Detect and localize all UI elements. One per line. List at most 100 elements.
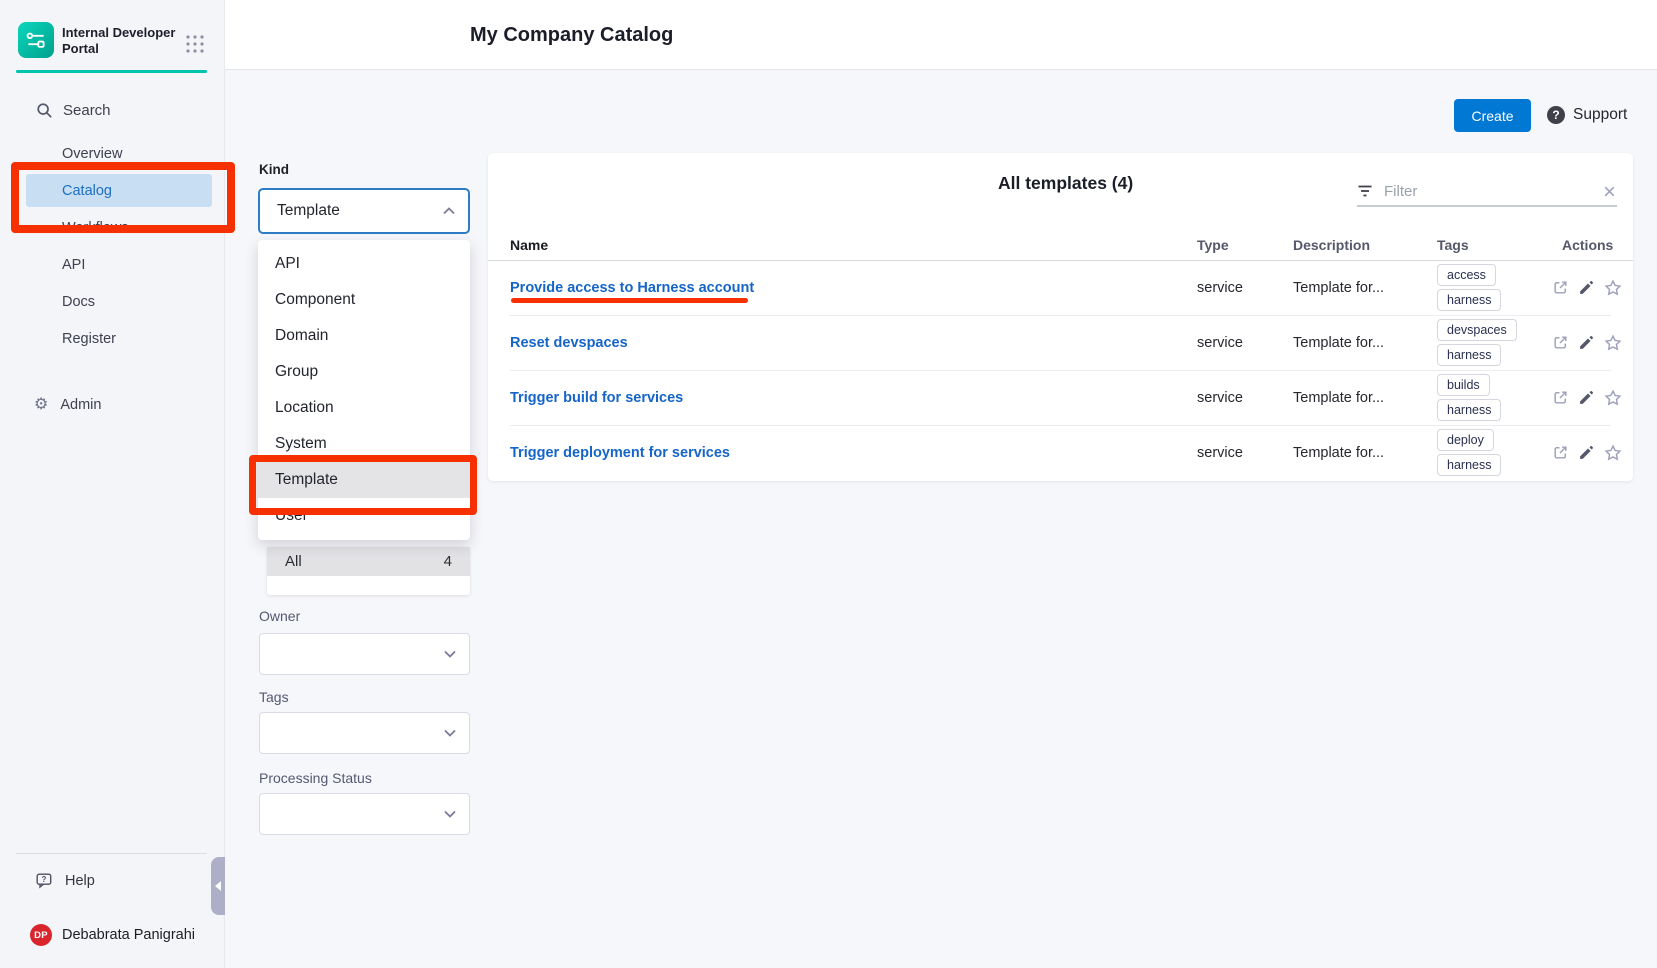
- sidebar-item-admin[interactable]: ⚙ Admin: [0, 387, 225, 423]
- sidebar-item-catalog[interactable]: Catalog: [26, 174, 212, 207]
- chevron-down-icon: [443, 728, 457, 738]
- admin-label: Admin: [60, 397, 101, 413]
- actions-cell: [1552, 279, 1622, 297]
- tag-chip: access: [1437, 264, 1496, 286]
- owner-select[interactable]: [259, 633, 470, 675]
- kind-option-component[interactable]: Component: [258, 282, 470, 318]
- column-header-name: Name: [510, 237, 1197, 253]
- template-link[interactable]: Trigger deployment for services: [510, 445, 1197, 461]
- description-cell: Template for...: [1293, 390, 1437, 406]
- kind-count-card: All 4: [267, 547, 470, 595]
- kind-option-api[interactable]: API: [258, 246, 470, 282]
- chevron-up-icon: [442, 206, 456, 216]
- template-link[interactable]: Provide access to Harness account: [510, 280, 1197, 296]
- search-icon: [36, 102, 53, 119]
- count-value: 4: [444, 553, 452, 570]
- question-icon: ?: [1547, 106, 1565, 124]
- top-header: My Company Catalog: [225, 0, 1657, 70]
- table-filter: [1357, 177, 1617, 207]
- table-row: Reset devspaces service Template for... …: [510, 315, 1611, 371]
- tag-chip: deploy: [1437, 429, 1494, 451]
- type-cell: service: [1197, 445, 1293, 461]
- app-logo-icon: [18, 22, 54, 58]
- svg-text:?: ?: [42, 875, 47, 884]
- table-row: Provide access to Harness account servic…: [510, 260, 1611, 316]
- filter-funnel-icon: [1357, 184, 1373, 198]
- sidebar-item-register[interactable]: Register: [0, 320, 225, 357]
- kind-count-row-all[interactable]: All 4: [267, 547, 470, 576]
- count-label: All: [285, 553, 302, 570]
- sidebar-item-api[interactable]: API: [0, 246, 225, 283]
- description-cell: Template for...: [1293, 280, 1437, 296]
- table-header-row: Name Type Description Tags Actions: [510, 230, 1611, 260]
- kind-option-template[interactable]: Template: [258, 462, 470, 498]
- help-button[interactable]: ? Help: [0, 866, 225, 896]
- external-link-icon[interactable]: [1552, 334, 1569, 351]
- external-link-icon[interactable]: [1552, 444, 1569, 461]
- kind-select[interactable]: Template: [258, 188, 470, 234]
- edit-icon[interactable]: [1578, 279, 1595, 296]
- type-cell: service: [1197, 390, 1293, 406]
- description-cell: Template for...: [1293, 445, 1437, 461]
- clear-icon[interactable]: [1602, 184, 1617, 199]
- apps-grid-icon[interactable]: [184, 33, 206, 55]
- external-link-icon[interactable]: [1552, 279, 1569, 296]
- search-label: Search: [63, 102, 111, 119]
- table-row: Trigger deployment for services service …: [510, 425, 1611, 480]
- star-icon[interactable]: [1604, 444, 1622, 462]
- template-link[interactable]: Trigger build for services: [510, 390, 1197, 406]
- owner-label: Owner: [259, 608, 300, 624]
- filter-input[interactable]: [1382, 182, 1602, 201]
- star-icon[interactable]: [1604, 279, 1622, 297]
- actions-cell: [1552, 444, 1622, 462]
- page: Internal Developer Portal Search Overvie…: [0, 0, 1657, 968]
- processing-status-select[interactable]: [259, 793, 470, 835]
- edit-icon[interactable]: [1578, 334, 1595, 351]
- user-name: Debabrata Panigrahi: [62, 927, 195, 943]
- kind-select-value: Template: [277, 202, 340, 220]
- sidebar-item-docs[interactable]: Docs: [0, 283, 225, 320]
- star-icon[interactable]: [1604, 334, 1622, 352]
- actions-cell: [1552, 334, 1622, 352]
- tags-cell: access harness: [1437, 264, 1552, 312]
- kind-option-system[interactable]: System: [258, 426, 470, 462]
- tags-cell: deploy harness: [1437, 429, 1552, 477]
- chevron-down-icon: [443, 809, 457, 819]
- kind-option-domain[interactable]: Domain: [258, 318, 470, 354]
- create-button[interactable]: Create: [1454, 99, 1531, 132]
- kind-option-user[interactable]: User: [258, 498, 470, 534]
- external-link-icon[interactable]: [1552, 389, 1569, 406]
- sidebar: Internal Developer Portal Search Overvie…: [0, 0, 225, 968]
- sidebar-collapse-handle[interactable]: [211, 857, 225, 915]
- column-header-tags: Tags: [1437, 237, 1552, 253]
- support-button[interactable]: ? Support: [1547, 98, 1627, 132]
- sidebar-search[interactable]: Search: [0, 92, 225, 128]
- star-icon[interactable]: [1604, 389, 1622, 407]
- brand-title: Internal Developer Portal: [62, 25, 180, 58]
- template-link[interactable]: Reset devspaces: [510, 335, 1197, 351]
- column-header-actions: Actions: [1552, 237, 1613, 253]
- templates-card-title: All templates (4): [998, 173, 1133, 194]
- column-header-description: Description: [1293, 237, 1437, 253]
- edit-icon[interactable]: [1578, 389, 1595, 406]
- count-card-padding: [267, 576, 470, 595]
- sidebar-item-overview[interactable]: Overview: [0, 135, 225, 172]
- support-label: Support: [1573, 106, 1627, 124]
- avatar: DP: [30, 924, 52, 946]
- user-menu[interactable]: DP Debabrata Panigrahi: [0, 920, 225, 950]
- kind-dropdown-menu: API Component Domain Group Location Syst…: [258, 240, 470, 540]
- templates-card: All templates (4) Name Type Description …: [488, 153, 1633, 481]
- tags-cell: builds harness: [1437, 374, 1552, 422]
- tag-chip: devspaces: [1437, 319, 1517, 341]
- kind-option-location[interactable]: Location: [258, 390, 470, 426]
- tags-label: Tags: [259, 689, 289, 705]
- type-cell: service: [1197, 335, 1293, 351]
- tags-select[interactable]: [259, 712, 470, 754]
- sidebar-item-workflows[interactable]: Workflows: [0, 209, 225, 246]
- tag-chip: harness: [1437, 399, 1501, 421]
- kind-option-group[interactable]: Group: [258, 354, 470, 390]
- edit-icon[interactable]: [1578, 444, 1595, 461]
- tag-chip: harness: [1437, 454, 1501, 476]
- description-cell: Template for...: [1293, 335, 1437, 351]
- type-cell: service: [1197, 280, 1293, 296]
